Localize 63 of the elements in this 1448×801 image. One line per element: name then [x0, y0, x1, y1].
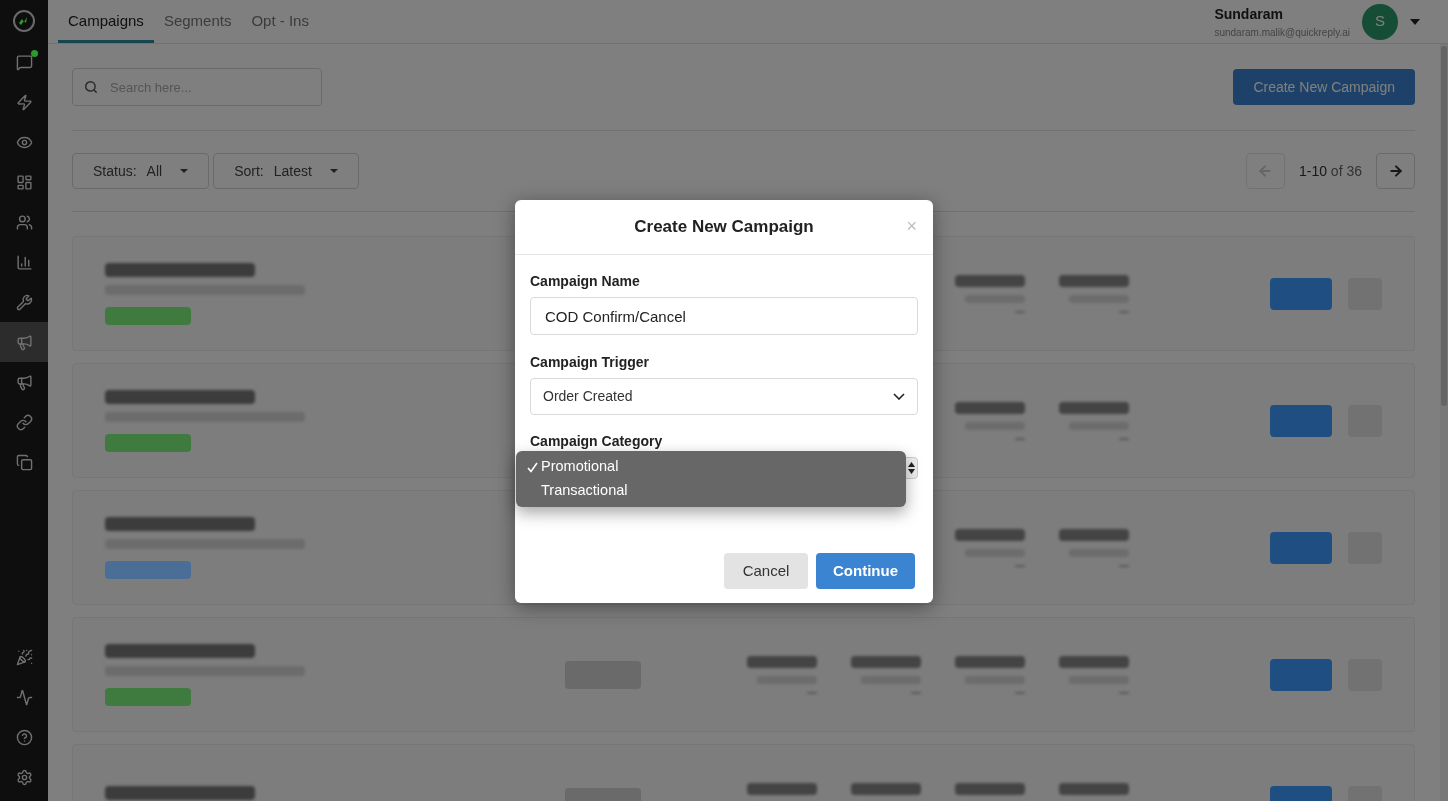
- dashboard-icon: [15, 173, 33, 191]
- blurred-text-line: [955, 401, 1025, 414]
- blurred-text-line: [851, 655, 921, 668]
- users-icon: [15, 213, 33, 231]
- blurred-text-line: [1059, 528, 1129, 541]
- blurred-text-line: [747, 782, 817, 795]
- pulse-icon: [15, 688, 33, 706]
- edit-button[interactable]: [1270, 658, 1332, 691]
- settings-icon: [15, 768, 33, 786]
- campaign-name-input[interactable]: COD Confirm/Cancel: [530, 297, 918, 335]
- megaphone-icon: [15, 373, 33, 391]
- wrench-icon: [15, 293, 33, 311]
- windows-icon: [15, 453, 33, 471]
- user-email: sundaram.malik@quickreply.ai: [1214, 25, 1350, 40]
- caret-icon[interactable]: [1410, 18, 1420, 25]
- edit-button[interactable]: [1270, 404, 1332, 437]
- help-icon: [15, 728, 33, 746]
- field-label: Campaign Category: [530, 432, 664, 451]
- blurred-text-line: [1059, 401, 1129, 414]
- up-down-arrows-icon: [907, 462, 915, 474]
- cancel-button[interactable]: Cancel: [724, 553, 808, 589]
- link-icon: [15, 413, 33, 431]
- chevron-down-icon: [893, 393, 905, 400]
- chat-icon: [15, 53, 33, 71]
- tab[interactable]: Segments: [153, 0, 242, 43]
- blurred-text-line: [955, 782, 1025, 795]
- tab[interactable]: Campaigns: [58, 0, 154, 43]
- arrow-right-icon: [1387, 163, 1404, 179]
- party-popper-icon: [15, 648, 33, 666]
- field-label: Campaign Name: [530, 272, 641, 291]
- filter-dropdown[interactable]: Status: All: [72, 153, 210, 189]
- page-range: 1-10 of 36: [1298, 161, 1362, 181]
- create-campaign-button[interactable]: Create New Campaign: [1233, 69, 1415, 105]
- caret-icon: [180, 169, 189, 173]
- user-name: Sundaram: [1214, 4, 1283, 24]
- blurred-text-line: [955, 528, 1025, 541]
- filter-dropdown[interactable]: Sort: Latest: [213, 153, 359, 189]
- edit-button[interactable]: [1270, 531, 1332, 564]
- blurred-text-line: [955, 655, 1025, 668]
- logo-icon: [12, 9, 36, 33]
- continue-button[interactable]: Continue: [816, 553, 915, 589]
- bolt-icon: [15, 93, 33, 111]
- field-label: Campaign Trigger: [530, 353, 651, 372]
- bar-chart-icon: [15, 253, 33, 271]
- blurred-text-line: [747, 655, 817, 668]
- blurred-text-line: [955, 274, 1025, 287]
- search-icon: [84, 80, 98, 94]
- tab[interactable]: Opt - Ins: [241, 0, 319, 43]
- sidebar-item[interactable]: [0, 322, 48, 362]
- user-avatar[interactable]: S: [1362, 3, 1398, 40]
- edit-button[interactable]: [1270, 277, 1332, 310]
- blurred-text-line: [1059, 274, 1129, 287]
- blurred-text-line: [1059, 782, 1129, 795]
- megaphone-icon: [15, 333, 33, 351]
- dialog-title: Create New Campaign: [634, 216, 814, 239]
- blurred-text-line: [1059, 655, 1129, 668]
- blurred-text-line: [851, 782, 921, 795]
- scrollbar[interactable]: [1440, 44, 1448, 801]
- caret-icon: [329, 169, 338, 173]
- trigger-select[interactable]: Order Created: [530, 378, 918, 415]
- dropdown-option[interactable]: Promotional: [516, 455, 906, 479]
- next-page-button[interactable]: [1376, 153, 1415, 189]
- dropdown-option[interactable]: Transactional: [516, 479, 906, 503]
